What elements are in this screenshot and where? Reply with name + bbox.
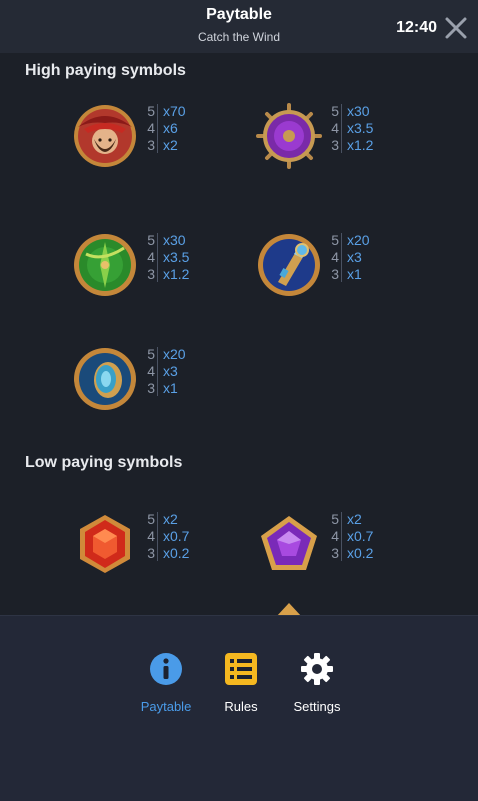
payout-list: 5 x20 4 x3 3 x1 bbox=[145, 346, 215, 397]
nav-paytable[interactable]: Paytable bbox=[131, 652, 201, 714]
payout-list: 5 x2 4 x0.7 3 x0.2 bbox=[329, 511, 399, 562]
payout-list: 5 x30 4 x3.5 3 x1.2 bbox=[329, 103, 399, 154]
payout-list: 5 x70 4 x6 3 x2 bbox=[145, 103, 215, 154]
high-paying-heading: High paying symbols bbox=[25, 62, 186, 79]
payout-row: 4 x3 bbox=[331, 249, 362, 265]
pocket-compass-icon bbox=[74, 348, 136, 410]
payout-row: 4 x0.7 bbox=[331, 528, 374, 544]
gear-icon bbox=[301, 653, 333, 685]
paytable-content[interactable]: High paying symbols 5 x70 4 x6 3 x2 5 x3… bbox=[0, 53, 478, 615]
payout-row: 5 x20 bbox=[147, 346, 186, 362]
payout-row: 5 x20 bbox=[331, 232, 370, 248]
payout-row: 4 x0.7 bbox=[147, 528, 190, 544]
payout-row: 3 x0.2 bbox=[331, 545, 374, 561]
payout-list: 5 x20 4 x3 3 x1 bbox=[329, 232, 399, 283]
nav-settings[interactable]: Settings bbox=[282, 652, 352, 714]
payout-list: 5 x2 4 x0.7 3 x0.2 bbox=[145, 511, 215, 562]
payout-row: 5 x30 bbox=[147, 232, 186, 248]
payout-row: 5 x2 bbox=[147, 511, 178, 527]
bottom-nav: Paytable Rules Settings bbox=[0, 615, 478, 801]
payout-row: 3 x1 bbox=[331, 266, 362, 282]
spyglass-icon bbox=[258, 234, 320, 296]
low-paying-heading: Low paying symbols bbox=[25, 454, 183, 471]
payout-row: 3 x1 bbox=[147, 380, 178, 396]
payout-row: 4 x3.5 bbox=[147, 249, 190, 265]
payout-row: 3 x0.2 bbox=[147, 545, 190, 561]
payout-row: 3 x2 bbox=[147, 137, 178, 153]
close-icon[interactable] bbox=[444, 16, 468, 40]
nav-paytable-label: Paytable bbox=[140, 699, 192, 714]
payout-list: 5 x30 4 x3.5 3 x1.2 bbox=[145, 232, 215, 283]
list-icon bbox=[225, 653, 257, 685]
info-icon bbox=[150, 653, 182, 685]
nav-settings-label: Settings bbox=[293, 699, 341, 714]
nav-rules[interactable]: Rules bbox=[206, 652, 276, 714]
payout-row: 5 x70 bbox=[147, 103, 186, 119]
gem-icon bbox=[277, 603, 301, 615]
ship-wheel-icon bbox=[256, 103, 322, 169]
payout-row: 3 x1.2 bbox=[147, 266, 190, 282]
payout-row: 4 x6 bbox=[147, 120, 178, 136]
red-hexagon-gem-icon bbox=[80, 515, 130, 573]
payout-row: 5 x2 bbox=[331, 511, 362, 527]
payout-row: 4 x3 bbox=[147, 363, 178, 379]
nav-rules-label: Rules bbox=[224, 699, 258, 714]
top-bar: Paytable Catch the Wind 12:40 bbox=[0, 0, 478, 53]
payout-row: 5 x30 bbox=[331, 103, 370, 119]
clock: 12:40 bbox=[396, 19, 437, 36]
purple-pentagon-gem-icon bbox=[261, 516, 317, 570]
pirate-captain-icon bbox=[74, 105, 136, 167]
payout-row: 3 x1.2 bbox=[331, 137, 374, 153]
compass-green-icon bbox=[74, 234, 136, 296]
payout-row: 4 x3.5 bbox=[331, 120, 374, 136]
